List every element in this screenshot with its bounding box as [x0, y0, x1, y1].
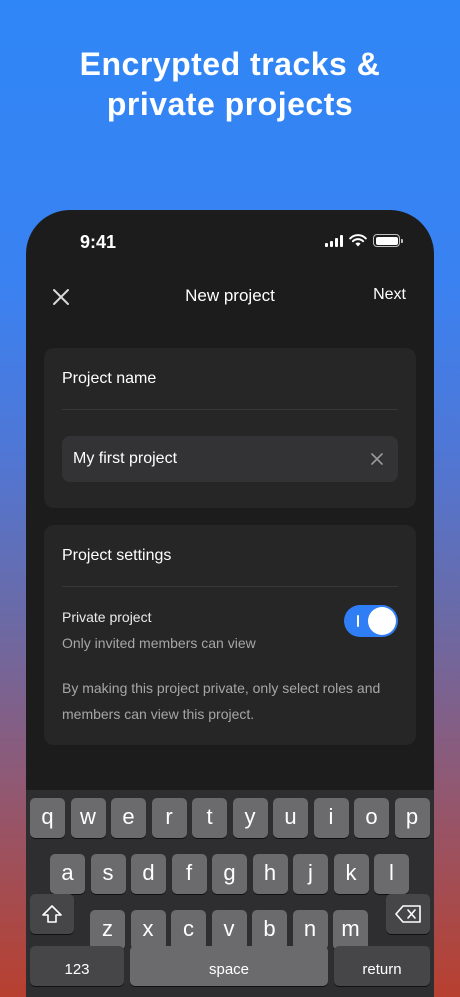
- delete-icon: [395, 905, 421, 923]
- phone-screen: 9:41 New project Next Project name Pro: [26, 210, 434, 997]
- key-j[interactable]: j: [293, 854, 328, 894]
- key-k[interactable]: k: [333, 854, 369, 894]
- key-r[interactable]: r: [151, 798, 187, 838]
- key-x[interactable]: x: [130, 910, 166, 950]
- battery-icon: [373, 234, 403, 247]
- onscreen-keyboard: qwertyuiop asdfghjkl zxcvbnm 123 space r…: [26, 790, 434, 997]
- next-button[interactable]: Next: [373, 286, 406, 304]
- card-divider: [62, 586, 398, 587]
- project-name-title: Project name: [62, 370, 157, 387]
- key-z[interactable]: z: [90, 910, 125, 950]
- key-e[interactable]: e: [111, 798, 146, 838]
- clear-input-icon[interactable]: [370, 452, 384, 466]
- status-time: 9:41: [80, 232, 117, 252]
- key-m[interactable]: m: [333, 910, 368, 950]
- status-icons: [325, 234, 403, 247]
- private-project-label: Private project: [62, 609, 152, 625]
- shift-icon: [42, 905, 62, 923]
- key-w[interactable]: w: [70, 798, 106, 838]
- key-b[interactable]: b: [252, 910, 287, 950]
- key-q[interactable]: q: [30, 798, 65, 838]
- headline-line-1: Encrypted tracks &: [79, 46, 381, 82]
- key-p[interactable]: p: [394, 798, 430, 838]
- shift-key[interactable]: [30, 894, 74, 934]
- key-c[interactable]: c: [171, 910, 206, 950]
- key-s[interactable]: s: [90, 854, 126, 894]
- key-g[interactable]: g: [212, 854, 247, 894]
- key-i[interactable]: i: [313, 798, 349, 838]
- space-key[interactable]: space: [130, 946, 328, 986]
- private-project-subtitle: Only invited members can view: [62, 635, 256, 651]
- key-u[interactable]: u: [273, 798, 308, 838]
- headline-line-2: private projects: [106, 86, 354, 122]
- key-l[interactable]: l: [374, 854, 409, 894]
- return-key[interactable]: return: [334, 946, 430, 986]
- private-project-description: By making this project private, only sel…: [62, 680, 381, 722]
- key-n[interactable]: n: [292, 910, 328, 950]
- card-divider: [62, 409, 398, 410]
- project-settings-title: Project settings: [62, 547, 172, 564]
- toggle-knob: [368, 607, 396, 635]
- wifi-icon: [349, 234, 367, 247]
- key-v[interactable]: v: [211, 910, 247, 950]
- key-h[interactable]: h: [252, 854, 288, 894]
- key-f[interactable]: f: [171, 854, 207, 894]
- numbers-key[interactable]: 123: [30, 946, 124, 986]
- private-project-toggle[interactable]: [344, 605, 398, 637]
- key-a[interactable]: a: [50, 854, 85, 894]
- cellular-signal-icon: [325, 234, 343, 247]
- project-name-input[interactable]: [62, 436, 398, 482]
- key-t[interactable]: t: [192, 798, 227, 838]
- key-d[interactable]: d: [131, 854, 166, 894]
- project-settings-card: Project settings Private project Only in…: [44, 525, 416, 745]
- status-bar: 9:41: [26, 210, 434, 274]
- key-o[interactable]: o: [354, 798, 389, 838]
- project-name-card: Project name: [44, 348, 416, 508]
- backspace-key[interactable]: [386, 894, 430, 934]
- marketing-headline: Encrypted tracks & private projects: [0, 44, 460, 124]
- toggle-on-indicator: [357, 615, 359, 627]
- key-y[interactable]: y: [232, 798, 268, 838]
- nav-bar: New project Next: [26, 280, 434, 314]
